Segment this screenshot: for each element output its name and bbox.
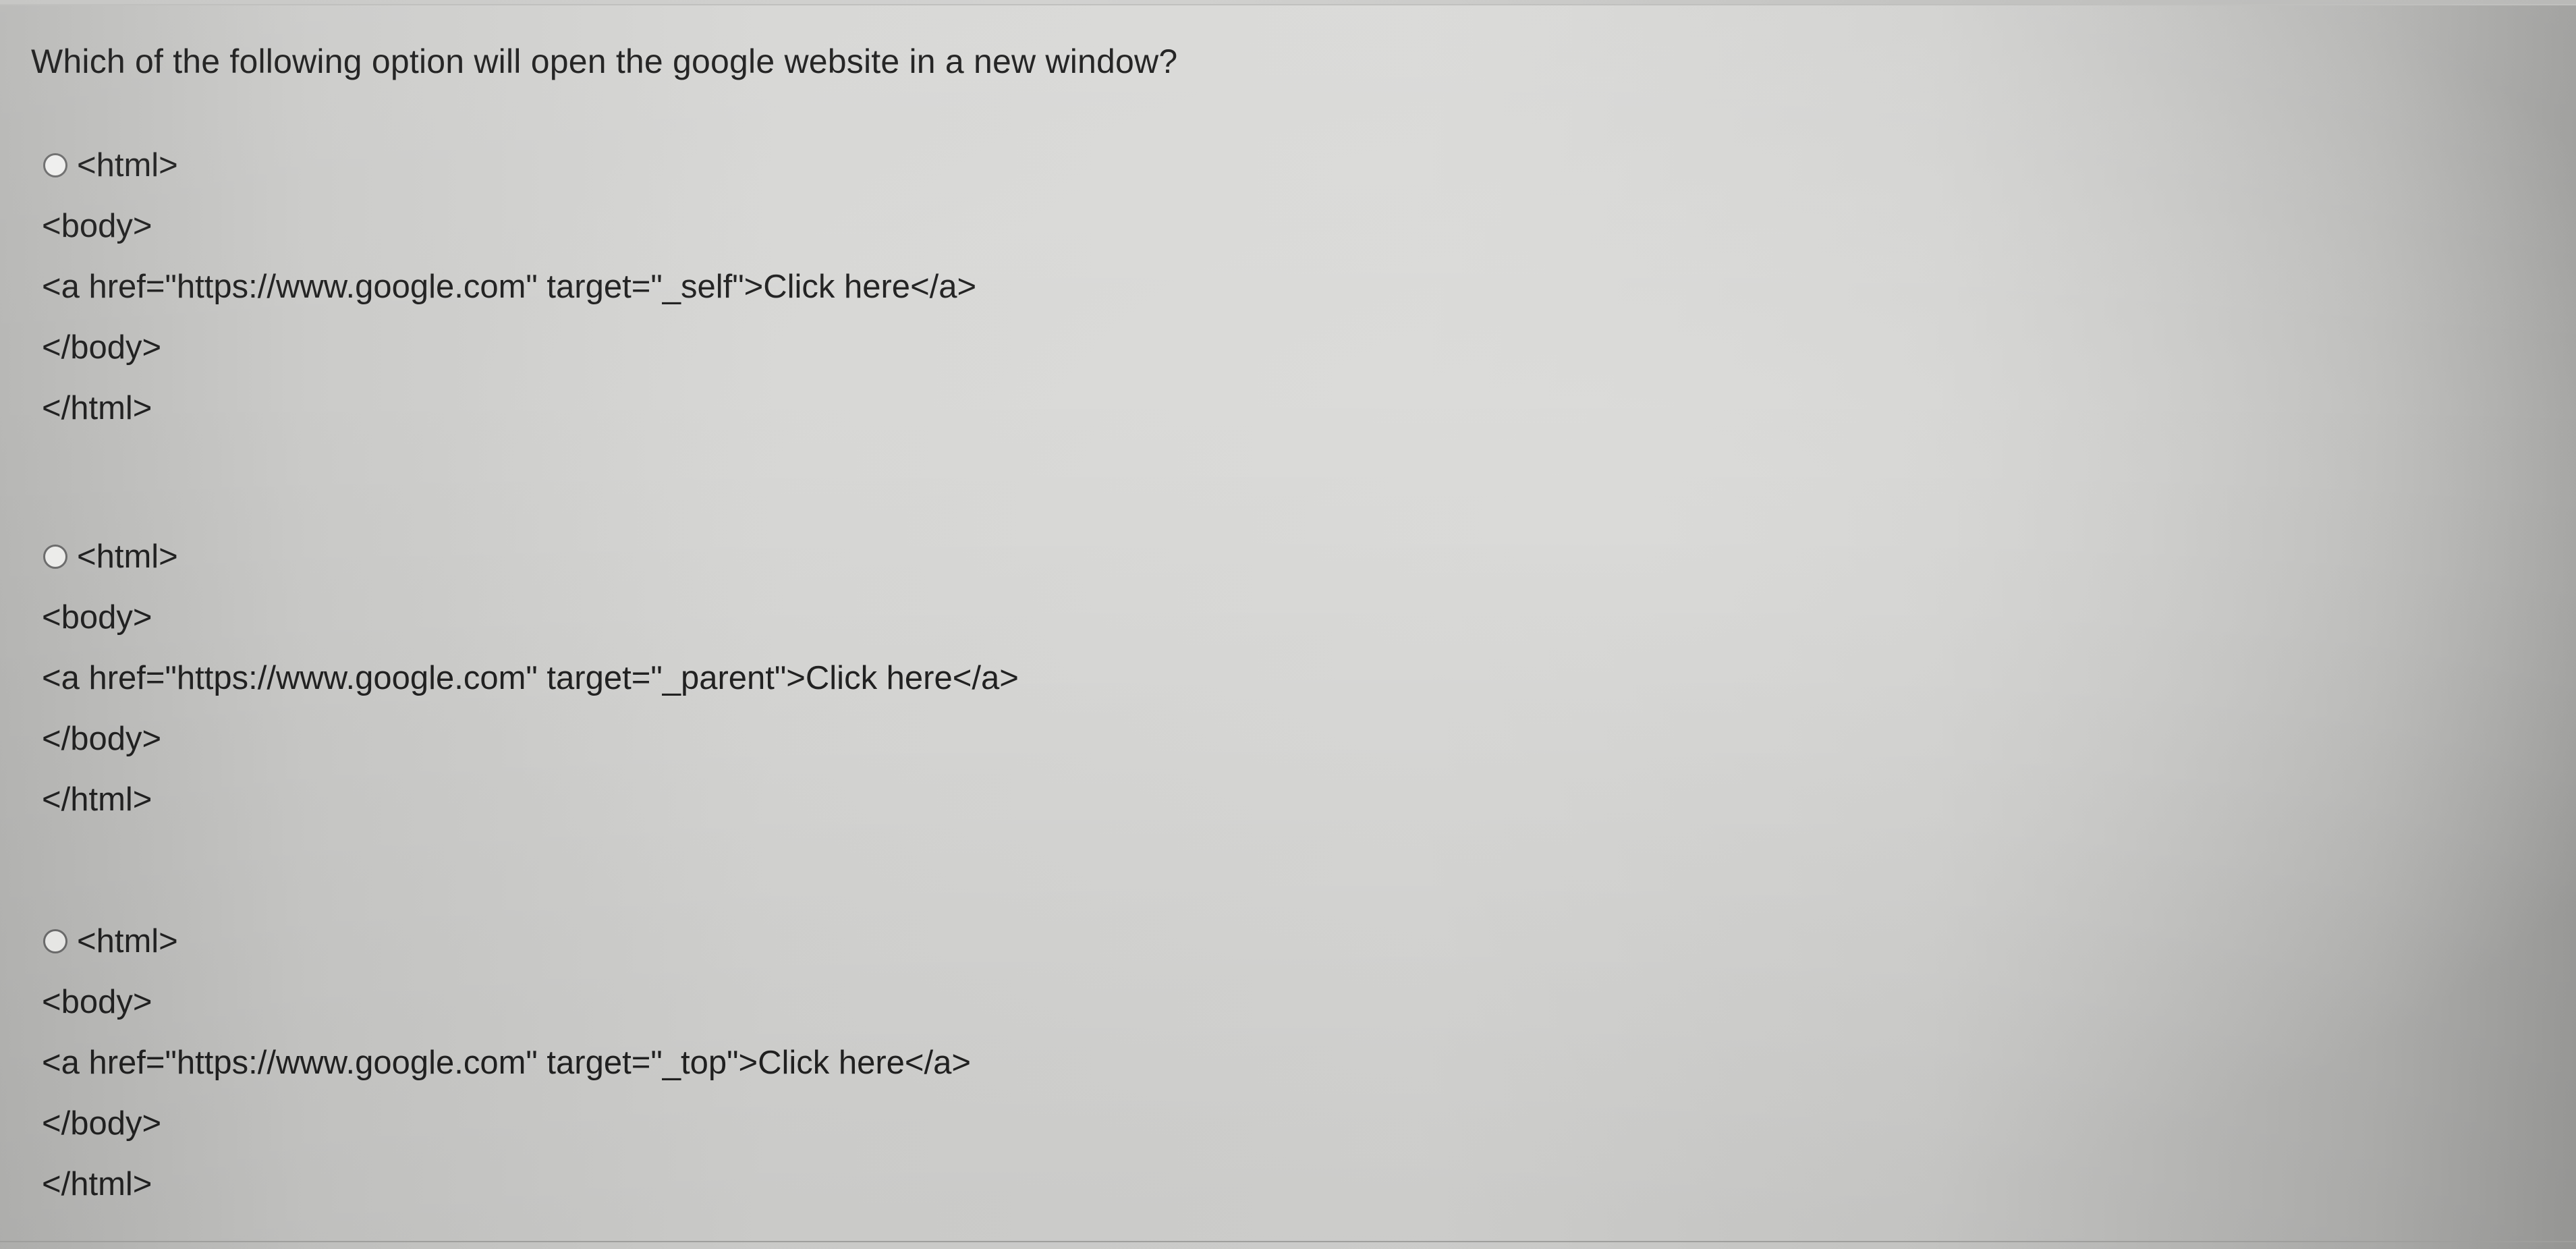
answer-option-1[interactable]: <html> <body> <a href="https://www.googl…	[42, 135, 1324, 439]
option-2-code-line-2: <body>	[42, 599, 152, 636]
option-2-code-line-3: <a href="https://www.google.com" target=…	[42, 660, 1019, 696]
screen-top-edge	[0, 0, 2576, 5]
option-3-line-1: <html>	[42, 911, 1324, 972]
answer-option-3[interactable]: <html> <body> <a href="https://www.googl…	[42, 911, 1324, 1215]
screen-bottom-edge	[0, 1241, 2576, 1242]
option-3-code-line-2: <body>	[42, 984, 152, 1020]
question-text: Which of the following option will open …	[31, 43, 1178, 80]
answer-option-2[interactable]: <html> <body> <a href="https://www.googl…	[42, 526, 1324, 830]
radio-button-option-2[interactable]	[43, 545, 67, 569]
option-1-code-line-3: <a href="https://www.google.com" target=…	[42, 269, 977, 305]
option-1-code-line-2: <body>	[42, 208, 152, 244]
radio-button-option-3[interactable]	[43, 929, 67, 953]
option-2-code-line-1: <html>	[77, 538, 178, 575]
option-3-code-line-3: <a href="https://www.google.com" target=…	[42, 1045, 972, 1081]
option-3-code-line-5: </html>	[42, 1166, 152, 1202]
option-2-code-line-5: </html>	[42, 781, 152, 818]
option-2-code-line-4: </body>	[42, 721, 162, 757]
option-3-code-line-1: <html>	[77, 923, 178, 960]
option-1-code-line-1: <html>	[77, 147, 178, 184]
option-1-code-line-4: </body>	[42, 329, 162, 366]
option-3-code-line-4: </body>	[42, 1105, 162, 1142]
option-1-line-1: <html>	[42, 135, 1324, 196]
option-2-line-1: <html>	[42, 526, 1324, 587]
radio-button-option-1[interactable]	[43, 153, 67, 177]
option-1-code-line-5: </html>	[42, 390, 152, 426]
